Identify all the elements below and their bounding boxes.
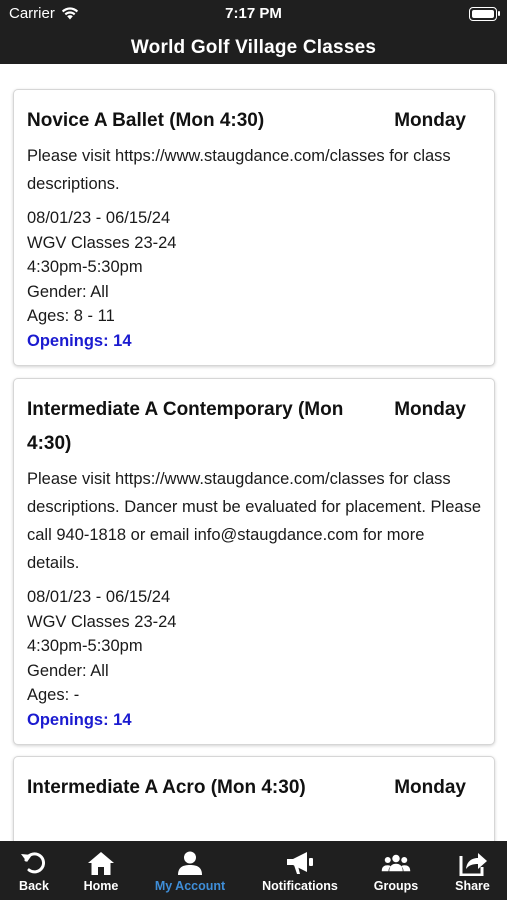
class-time: 4:30pm-5:30pm [27, 258, 143, 276]
status-bar: Carrier 7:17 PM [0, 0, 507, 28]
megaphone-icon [285, 849, 315, 877]
class-card[interactable]: Novice A Ballet (Mon 4:30) Monday Please… [13, 89, 495, 366]
battery-icon [469, 7, 500, 21]
class-day: Monday [394, 399, 466, 420]
class-ages: Ages: - [27, 686, 80, 704]
tab-back-label: Back [19, 879, 49, 893]
class-dates: 08/01/23 - 06/15/24 [27, 209, 171, 227]
class-details: 08/01/23 - 06/15/24 WGV Classes 23-24 4:… [27, 206, 481, 353]
tab-share[interactable]: Share [438, 841, 507, 900]
class-dates: 08/01/23 - 06/15/24 [27, 588, 171, 606]
class-gender: Gender: All [27, 661, 109, 680]
class-card-header: Novice A Ballet (Mon 4:30) Monday [27, 104, 481, 138]
group-icon [381, 849, 411, 877]
clock: 7:17 PM [225, 5, 282, 22]
class-card-header: Intermediate A Contemporary (Mon 4:30) M… [27, 393, 481, 461]
class-day: Monday [394, 777, 466, 798]
class-openings: Openings: 14 [27, 331, 132, 350]
class-ages: Ages: 8 - 11 [27, 307, 115, 325]
class-openings: Openings: 14 [27, 710, 132, 729]
tab-groups-label: Groups [373, 879, 419, 893]
tab-back[interactable]: Back [0, 841, 68, 900]
tab-groups[interactable]: Groups [354, 841, 438, 900]
class-day: Monday [394, 110, 466, 131]
back-arrow-icon [19, 849, 49, 877]
home-icon [86, 849, 116, 877]
class-description: Please visit https://www.staugdance.com/… [27, 147, 451, 193]
share-icon [458, 849, 488, 877]
tab-bar: Back Home My Account Notifications Group… [0, 841, 507, 900]
class-card[interactable]: Intermediate A Acro (Mon 4:30) Monday [13, 756, 495, 841]
class-title: Intermediate A Contemporary (Mon 4:30) [27, 399, 344, 454]
user-icon [175, 849, 205, 877]
tab-notifications[interactable]: Notifications [246, 841, 354, 900]
tab-my-account[interactable]: My Account [134, 841, 246, 900]
class-title: Intermediate A Acro (Mon 4:30) [27, 777, 306, 798]
class-session: WGV Classes 23-24 [27, 612, 177, 631]
class-title: Novice A Ballet (Mon 4:30) [27, 110, 265, 131]
class-time: 4:30pm-5:30pm [27, 637, 143, 655]
class-details: 08/01/23 - 06/15/24 WGV Classes 23-24 4:… [27, 585, 481, 732]
class-description: Please visit https://www.staugdance.com/… [27, 470, 481, 572]
page-title: World Golf Village Classes [0, 28, 507, 64]
tab-notifications-label: Notifications [262, 879, 338, 893]
tab-share-label: Share [455, 879, 490, 893]
class-gender: Gender: All [27, 282, 109, 301]
tab-home-label: Home [83, 879, 119, 893]
class-list[interactable]: Novice A Ballet (Mon 4:30) Monday Please… [0, 64, 507, 841]
class-card[interactable]: Intermediate A Contemporary (Mon 4:30) M… [13, 378, 495, 745]
class-card-header: Intermediate A Acro (Mon 4:30) Monday [27, 771, 481, 805]
tab-home[interactable]: Home [68, 841, 134, 900]
tab-my-account-label: My Account [154, 879, 226, 893]
class-session: WGV Classes 23-24 [27, 233, 177, 252]
